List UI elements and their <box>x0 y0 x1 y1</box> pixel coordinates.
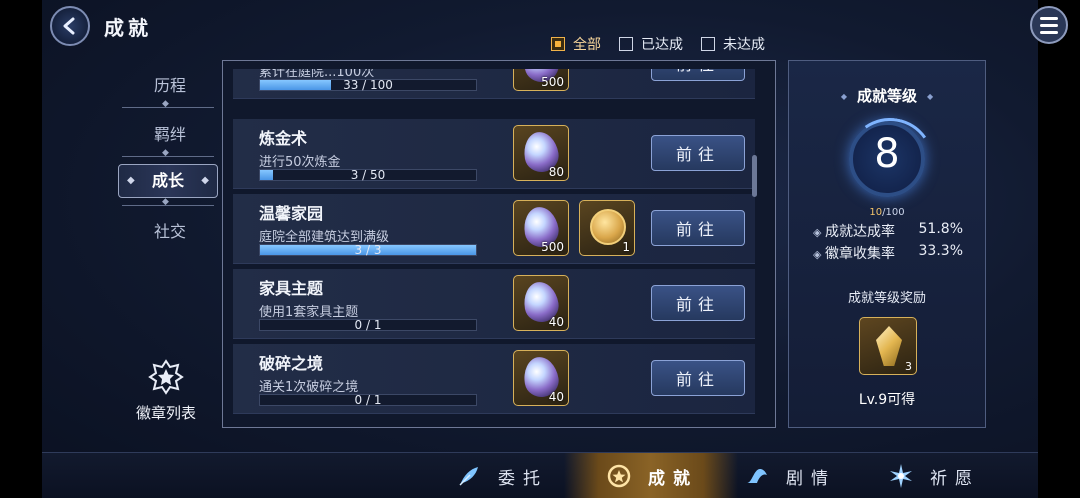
progress-bar: 3 / 50 <box>259 168 477 182</box>
achievement-row: 炼金术 进行50次炼金 3 / 50 80 前往 <box>233 119 755 189</box>
letterbox-left <box>0 0 42 498</box>
filter-bar: 全部 已达成 未达成 <box>551 34 765 54</box>
reward-qty: 500 <box>541 75 564 89</box>
reward-item[interactable]: 500 <box>513 69 569 91</box>
filter-incomplete[interactable]: 未达成 <box>701 34 765 54</box>
level-panel-title: 成就等级 <box>789 85 985 106</box>
reward-qty: 1 <box>622 240 630 254</box>
progress-text: 3 / 3 <box>354 243 382 257</box>
level-reward-qty: 3 <box>905 360 912 373</box>
tab-wish[interactable]: 祈愿 <box>886 453 980 498</box>
checkbox-checked[interactable] <box>551 37 565 51</box>
checkbox[interactable] <box>701 37 715 51</box>
reward-qty: 40 <box>548 315 564 329</box>
star-burst-icon <box>886 461 916 491</box>
divider <box>118 197 218 210</box>
filter-label: 全部 <box>573 37 601 53</box>
letterbox-right <box>1038 0 1080 498</box>
achievement-name: 家具主题 <box>259 279 324 298</box>
category-growth[interactable]: 成长 <box>118 164 218 198</box>
achievement-name: 温馨家园 <box>259 204 324 223</box>
coin-icon <box>590 209 626 245</box>
progress-bar: 3 / 3 <box>259 243 477 257</box>
level-progress: 10/100 <box>789 207 985 218</box>
achievement-list[interactable]: 累计在庭院...100次 33 / 100 500 前往 炼金术 进行50次炼金… <box>233 69 755 421</box>
achievement-list-panel: 累计在庭院...100次 33 / 100 500 前往 炼金术 进行50次炼金… <box>222 60 776 428</box>
reward-item[interactable]: 40 <box>513 275 569 331</box>
menu-button[interactable] <box>1030 6 1068 44</box>
stat-label: 成就达成率 <box>813 224 895 240</box>
achievement-row: 累计在庭院...100次 33 / 100 500 前往 <box>233 69 755 99</box>
progress-text: 3 / 50 <box>350 168 386 182</box>
filter-all[interactable]: 全部 <box>551 34 601 54</box>
tab-story[interactable]: 剧情 <box>742 453 836 498</box>
tab-label: 委托 <box>498 468 548 489</box>
feather-icon <box>454 461 484 491</box>
stat-value: 51.8% <box>918 221 963 237</box>
filter-label: 未达成 <box>723 37 765 53</box>
reward-qty: 500 <box>541 240 564 254</box>
go-button[interactable]: 前往 <box>651 360 745 396</box>
badge-list-button[interactable]: 徽章列表 <box>128 358 204 423</box>
bottom-nav: 委托 成就 剧情 祈愿 <box>42 452 1038 498</box>
badge-list-label: 徽章列表 <box>135 404 196 422</box>
reward-item[interactable]: 1 <box>579 200 635 256</box>
progress-text: 0 / 1 <box>354 393 382 407</box>
level-reward-item[interactable]: 3 <box>859 317 917 375</box>
checkbox[interactable] <box>619 37 633 51</box>
stat-value: 33.3% <box>918 243 963 259</box>
go-button[interactable]: 前往 <box>651 285 745 321</box>
divider <box>118 148 218 161</box>
back-button[interactable] <box>50 6 90 46</box>
filter-completed[interactable]: 已达成 <box>619 34 683 54</box>
tab-label: 成就 <box>648 468 698 489</box>
level-number: 8 <box>874 131 900 177</box>
achievement-row: 温馨家园 庭院全部建筑达到满级 3 / 3 500 1 前往 <box>233 194 755 264</box>
achievement-name: 炼金术 <box>259 129 308 148</box>
reward-qty: 80 <box>548 165 564 179</box>
reward-item[interactable]: 80 <box>513 125 569 181</box>
level-progress-total: /100 <box>882 207 905 218</box>
achievement-name: 破碎之境 <box>259 354 324 373</box>
divider <box>118 99 218 112</box>
progress-text: 0 / 1 <box>354 318 382 332</box>
level-progress-current: 10 <box>869 207 883 218</box>
achievement-row: 家具主题 使用1套家具主题 0 / 1 40 前往 <box>233 269 755 339</box>
back-arrow-icon <box>63 17 75 35</box>
progress-text: 33 / 100 <box>343 78 393 92</box>
level-reward-unlock: Lv.9可得 <box>858 392 916 408</box>
tab-commission[interactable]: 委托 <box>454 453 548 498</box>
progress-bar: 33 / 100 <box>259 78 477 92</box>
menu-icon <box>1040 16 1058 20</box>
category-history[interactable]: 历程 <box>120 72 220 96</box>
progress-bar: 0 / 1 <box>259 393 477 407</box>
reward-item[interactable]: 40 <box>513 350 569 406</box>
go-button[interactable]: 前往 <box>651 69 745 81</box>
level-ring: 8 <box>849 121 925 197</box>
tab-label: 祈愿 <box>930 468 980 489</box>
stat-badge-rate: 徽章收集率 33.3% <box>813 243 973 263</box>
badge-icon <box>147 358 185 396</box>
tab-achievement[interactable]: 成就 <box>564 453 738 498</box>
go-button[interactable]: 前往 <box>651 210 745 246</box>
page-title: 成就 <box>104 16 152 40</box>
reward-item[interactable]: 500 <box>513 200 569 256</box>
crystal-icon <box>876 326 902 366</box>
level-reward-title: 成就等级奖励 <box>847 291 926 306</box>
achievement-level-panel: 成就等级 8 10/100 成就达成率 51.8% 徽章收集率 33.3% 成就… <box>788 60 986 428</box>
achievement-row: 破碎之境 通关1次破碎之境 0 / 1 40 前往 <box>233 344 755 414</box>
filter-label: 已达成 <box>641 37 683 53</box>
stat-completion-rate: 成就达成率 51.8% <box>813 221 973 241</box>
list-scrollbar[interactable] <box>752 155 757 197</box>
tab-label: 剧情 <box>786 468 836 489</box>
category-social[interactable]: 社交 <box>120 218 220 242</box>
medal-icon <box>604 461 634 491</box>
category-bonds[interactable]: 羁绊 <box>120 121 220 145</box>
reward-qty: 40 <box>548 390 564 404</box>
stat-label: 徽章收集率 <box>813 246 895 262</box>
wave-icon <box>742 461 772 491</box>
go-button[interactable]: 前往 <box>651 135 745 171</box>
progress-bar: 0 / 1 <box>259 318 477 332</box>
